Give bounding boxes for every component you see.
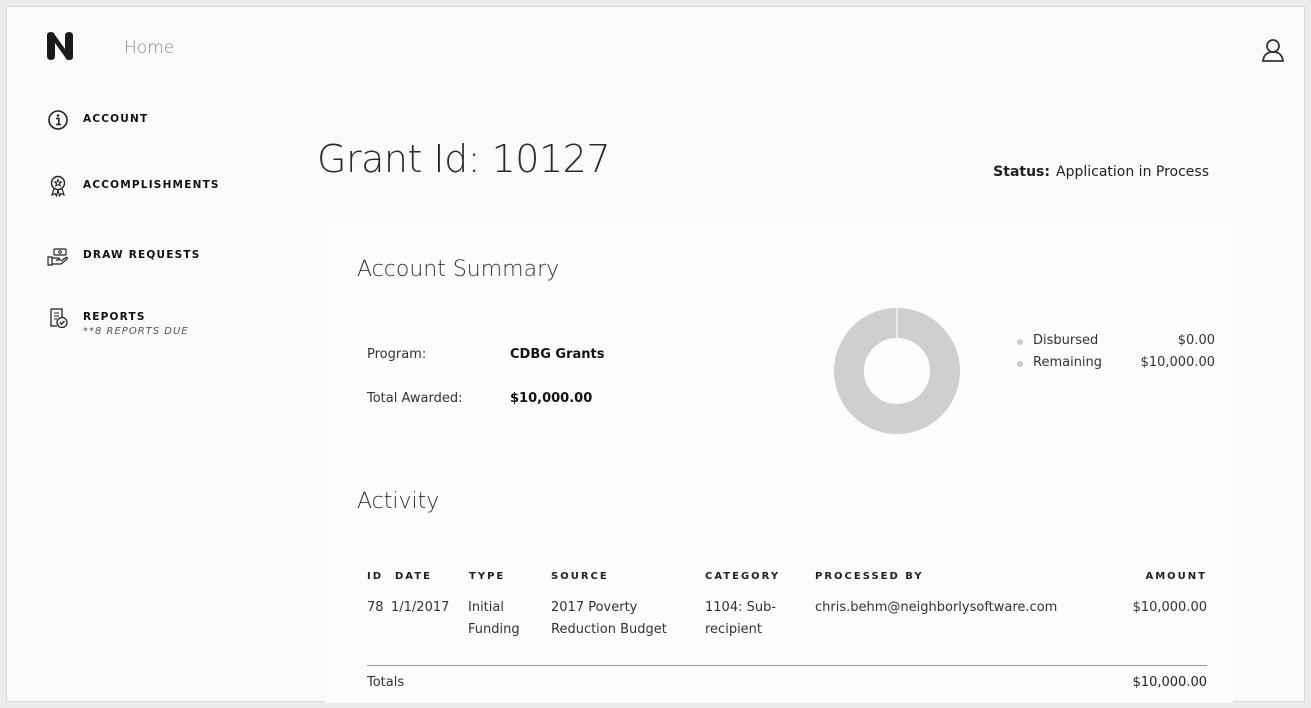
total-awarded-row: Total Awarded: $10,000.00 [367,391,592,406]
totals-divider [367,665,1207,666]
legend-item-disbursed: Disbursed $0.00 [1017,333,1215,355]
money-hand-icon [47,248,68,266]
total-awarded-value: $10,000.00 [510,391,593,406]
info-icon [48,110,68,130]
column-header-category: CATEGORY [705,571,781,582]
legend-value: $0.00 [1177,333,1215,348]
status-badge: Status: Application in Process [993,164,1209,180]
sidebar-item-label: REPORTS [83,311,146,323]
total-awarded-label: Total Awarded: [367,391,463,406]
column-header-id: ID [367,571,384,582]
cell-amount: $10,000.00 [1132,600,1207,615]
sidebar-item-label: ACCOMPLISHMENTS [83,179,220,191]
column-header-amount: AMOUNT [1145,571,1207,582]
legend-name: Disbursed [1033,333,1099,348]
column-header-source: SOURCE [551,571,609,582]
sidebar-item-label: DRAW REQUESTS [83,249,201,261]
sidebar-item-label: ACCOUNT [83,113,149,125]
totals-label: Totals [367,675,405,690]
funding-donut-chart [834,308,960,434]
account-card: Account Summary Program: CDBG Grants Tot… [325,219,1233,703]
cell-type-line2: Funding [468,622,520,637]
legend-name: Remaining [1033,355,1103,370]
report-check-icon [50,308,68,329]
cell-source-line2: Reduction Budget [551,622,667,637]
activity-title: Activity [357,489,440,514]
status-value: Application in Process [1056,164,1209,180]
column-header-date: DATE [395,571,432,582]
top-bar: Home [7,7,1304,87]
program-label: Program: [367,347,427,362]
sidebar-item-draw-requests[interactable]: DRAW REQUESTS [47,245,200,275]
cell-type-line1: Initial [468,600,504,615]
page-title: Grant Id: 10127 [317,137,611,181]
cell-category-line1: 1104: Sub- [705,600,777,615]
sidebar-item-accomplishments[interactable]: ACCOMPLISHMENTS [47,175,220,205]
cell-category-line2: recipient [705,622,763,637]
legend-dot [1017,339,1023,345]
cell-id: 78 [367,600,384,615]
column-header-processed-by: PROCESSED BY [815,571,924,582]
cell-processed-by: chris.behm@neighborlysoftware.com [815,600,1058,615]
cell-date: 1/1/2017 [391,600,450,615]
sidebar-item-reports[interactable]: REPORTS **8 REPORTS DUE [47,307,189,337]
program-row: Program: CDBG Grants [367,347,605,362]
column-header-type: TYPE [469,571,506,582]
totals-value: $10,000.00 [1132,675,1207,690]
award-icon [50,175,66,197]
app-frame: Home ACCOUNT ACCOMPLISHMENTS DRAW REQUES… [6,6,1305,703]
donut-legend: Disbursed $0.00 Remaining $10,000.00 [1017,333,1215,377]
account-summary-title: Account Summary [357,257,560,282]
cell-source-line1: 2017 Poverty [551,600,638,615]
home-link[interactable]: Home [124,38,174,58]
legend-value: $10,000.00 [1140,355,1215,370]
user-icon[interactable] [1260,37,1286,63]
sidebar-item-account[interactable]: ACCOUNT [47,109,148,139]
legend-item-remaining: Remaining $10,000.00 [1017,355,1215,377]
reports-due-badge: **8 REPORTS DUE [83,326,189,337]
legend-dot [1017,361,1023,367]
logo-icon[interactable] [45,31,75,61]
status-label: Status: [993,164,1050,180]
program-value: CDBG Grants [510,347,605,362]
reports-label-group: REPORTS **8 REPORTS DUE [83,307,189,337]
